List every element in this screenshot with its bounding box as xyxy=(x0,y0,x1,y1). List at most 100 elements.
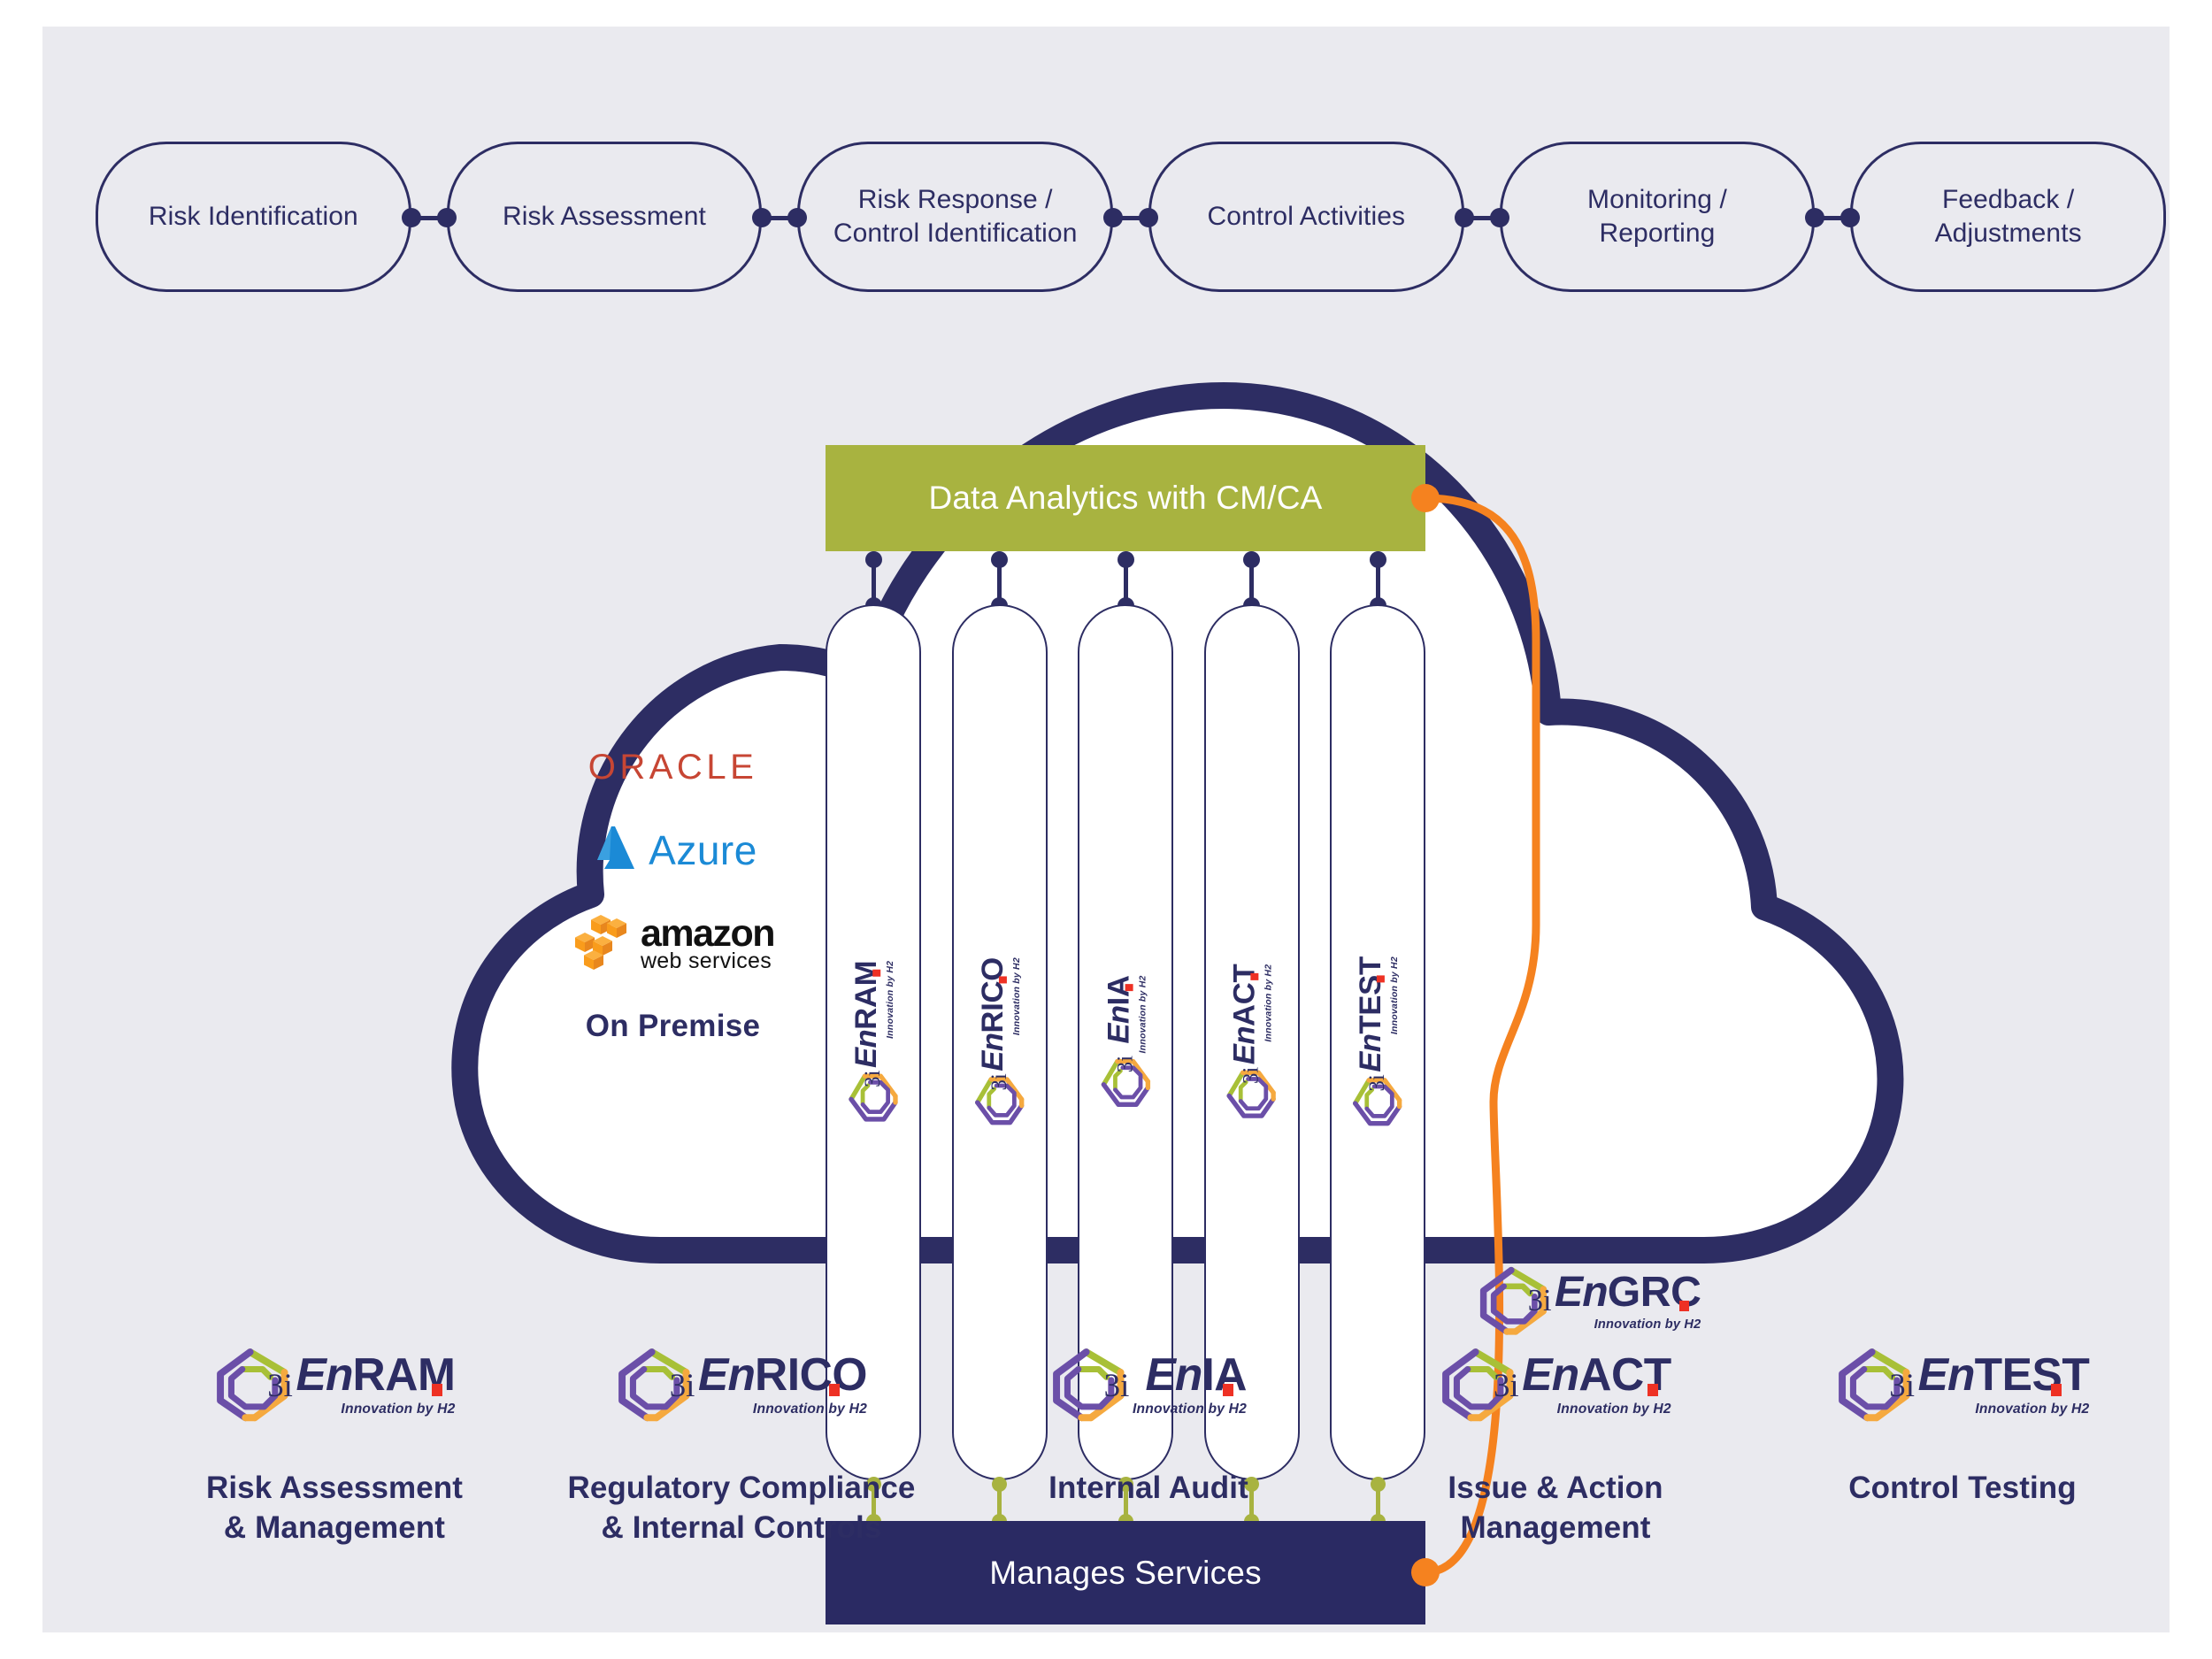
diagram-stage: Risk Identification Risk Assessment Risk R… xyxy=(0,0,2212,1659)
pipeline-connector-dot xyxy=(1454,208,1474,227)
pipeline-step-control-activities[interactable]: Control Activities xyxy=(1148,142,1464,292)
brand-tagline: Innovation by H2 xyxy=(884,961,895,1040)
brand-tagline: Innovation by H2 xyxy=(1136,975,1148,1054)
product-caption: Risk Assessment & Management xyxy=(205,1471,464,1545)
product-enia[interactable]: 3i EnIA Innovation by H2 Internal Audit xyxy=(945,1336,1352,1548)
pipeline-step-label: Control Activities xyxy=(1207,202,1406,232)
azure-triangle-icon xyxy=(597,826,635,869)
pill-top-stem-dot xyxy=(1243,551,1260,568)
aws-amazon-text: amazon xyxy=(640,911,776,955)
brand-prefix: 3i xyxy=(1103,1366,1130,1403)
product-enact[interactable]: 3i EnACT Innovation by H2 Issue & Action Man… xyxy=(1352,1336,1759,1548)
pipeline-step-risk-identification[interactable]: Risk Identification xyxy=(96,142,411,292)
product-enram[interactable]: 3i EnRAM Innovation by H2 Risk Assessment & … xyxy=(131,1336,538,1548)
pipeline-step-risk-response-control-identification[interactable]: Risk Response / Control Identification xyxy=(797,142,1113,292)
product-logo: 3i EnRAM Innovation by H2 xyxy=(214,1336,456,1433)
brand-prefix: 3i xyxy=(987,1073,1011,1091)
brand-tagline: Innovation by H2 xyxy=(341,1402,456,1417)
brand-tagline: Innovation by H2 xyxy=(1263,964,1274,1042)
pill-top-stem-dot xyxy=(1117,551,1134,568)
brand-accent-mark xyxy=(1250,972,1260,980)
enh2-logo: 3i EnACT Innovation by H2 xyxy=(1440,1346,1671,1424)
product-logo: 3i EnTEST Innovation by H2 xyxy=(1836,1336,2090,1433)
brand-tagline: Innovation by H2 xyxy=(1132,1402,1248,1417)
brand-prefix: 3i xyxy=(1239,1066,1263,1085)
pill-top-stem-dot xyxy=(1369,551,1386,568)
brand-tagline: Innovation by H2 xyxy=(1556,1402,1671,1417)
brand-tagline: Innovation by H2 xyxy=(1010,957,1022,1036)
enh2-logo: 3i EnIA Innovation by H2 xyxy=(1099,976,1152,1110)
brand-prefix: 3i xyxy=(1493,1366,1519,1403)
product-caption: Control Testing xyxy=(1848,1471,2077,1505)
pipeline-step-label: Feedback / Adjustments xyxy=(1934,185,2082,248)
brand-accent-mark xyxy=(2051,1383,2062,1396)
enh2-logo: 3i EnACT Innovation by H2 xyxy=(1225,964,1279,1120)
enh2-logo: 3i EnGRC Innovation by H2 xyxy=(1478,1264,1701,1338)
on-premise-text: On Premise xyxy=(585,1009,761,1043)
product-logo: 3i EnRICO Innovation by H2 xyxy=(616,1336,867,1433)
data-analytics-label: Data Analytics with CM/CA xyxy=(928,480,1323,516)
brand-accent-mark xyxy=(872,969,881,977)
platform-aws: amazon web services xyxy=(551,913,795,972)
enh2-logo: 3i EnRICO Innovation by H2 xyxy=(616,1346,867,1424)
brand-wordmark: EnIA xyxy=(1102,975,1136,1044)
product-caption: Internal Audit xyxy=(1048,1471,1248,1505)
brand-tagline: Innovation by H2 xyxy=(1594,1317,1701,1332)
brand-wordmark: EnRAM xyxy=(849,961,884,1069)
enh2-logo: 3i EnIA Innovation by H2 xyxy=(1050,1346,1248,1424)
brand-wordmark: EnACT xyxy=(1522,1348,1671,1400)
brand-accent-mark xyxy=(1125,984,1133,992)
brand-accent-mark xyxy=(828,1383,840,1396)
brand-accent-mark xyxy=(1377,975,1386,983)
brand-accent-mark xyxy=(431,1383,442,1396)
brand-accent-mark xyxy=(1647,1383,1659,1396)
brand-accent-mark xyxy=(998,976,1008,984)
pill-top-stem-dot xyxy=(864,551,882,568)
supported-platforms-list: ORACLE Azure amazon web services On Premise xyxy=(551,748,795,1081)
brand-prefix: 3i xyxy=(1527,1283,1552,1317)
product-enrico[interactable]: 3i EnRICO Innovation by H2 Regulatory Compl… xyxy=(538,1336,945,1548)
platform-oracle: ORACLE xyxy=(551,748,795,787)
aws-webservices-text: web services xyxy=(640,948,772,973)
aws-cubes-icon xyxy=(574,915,626,970)
brand-wordmark: EnGRC xyxy=(1554,1268,1701,1317)
brand-wordmark: EnRAM xyxy=(296,1348,456,1400)
pipeline-connector-dot xyxy=(752,208,772,227)
brand-prefix: 3i xyxy=(1365,1074,1390,1092)
managed-services-label: Manages Services xyxy=(989,1554,1262,1591)
pipeline-step-risk-assessment[interactable]: Risk Assessment xyxy=(446,142,763,292)
product-entest[interactable]: 3i EnTEST Innovation by H2 Control Testing xyxy=(1759,1336,2166,1548)
pipeline-connector-dot xyxy=(1103,208,1123,227)
pipeline-connector-dot xyxy=(401,208,421,227)
diagram-canvas: Risk Identification Risk Assessment Risk R… xyxy=(42,27,2170,1632)
product-caption: Regulatory Compliance & Internal Controls xyxy=(567,1471,916,1545)
enh2-logo: 3i EnTEST Innovation by H2 xyxy=(1836,1346,2090,1424)
brand-accent-mark xyxy=(1223,1383,1234,1396)
enh2-logo: 3i EnTEST Innovation by H2 xyxy=(1351,956,1404,1127)
pipeline-step-monitoring-reporting[interactable]: Monitoring / Reporting xyxy=(1499,142,1816,292)
brand-prefix: 3i xyxy=(1889,1366,1915,1403)
oracle-logo-text: ORACLE xyxy=(588,748,758,787)
product-modules-row: 3i EnRAM Innovation by H2 Risk Assessment & … xyxy=(131,1336,2166,1548)
risk-lifecycle-pipeline: Risk Identification Risk Assessment Risk R… xyxy=(96,142,2166,292)
pipeline-step-label: Monitoring / Reporting xyxy=(1587,185,1727,248)
brand-tagline: Innovation by H2 xyxy=(752,1402,867,1417)
platform-on-premise: On Premise xyxy=(551,1009,795,1044)
brand-prefix: 3i xyxy=(267,1366,293,1403)
pipeline-step-label: Risk Assessment xyxy=(503,202,706,232)
engrc-logo: 3i EnGRC Innovation by H2 xyxy=(1478,1264,1743,1338)
brand-wordmark: EnACT xyxy=(1227,964,1262,1065)
data-analytics-bar: Data Analytics with CM/CA xyxy=(826,445,1425,551)
pipeline-step-label: Risk Identification xyxy=(148,202,358,232)
brand-prefix: 3i xyxy=(861,1070,886,1088)
pipeline-step-feedback-adjustments[interactable]: Feedback / Adjustments xyxy=(1850,142,2166,292)
brand-prefix: 3i xyxy=(669,1366,695,1403)
brand-wordmark: EnRICO xyxy=(698,1348,867,1400)
pill-top-stem-dot xyxy=(991,551,1008,568)
azure-logo-text: Azure xyxy=(649,827,757,873)
brand-tagline: Innovation by H2 xyxy=(1975,1402,2090,1417)
cloud-platform-group: ORACLE Azure amazon web services On Premise … xyxy=(423,376,1927,1624)
brand-prefix: 3i xyxy=(1113,1056,1138,1073)
brand-wordmark: EnTEST xyxy=(1354,956,1388,1072)
platform-azure: Azure xyxy=(551,825,795,876)
